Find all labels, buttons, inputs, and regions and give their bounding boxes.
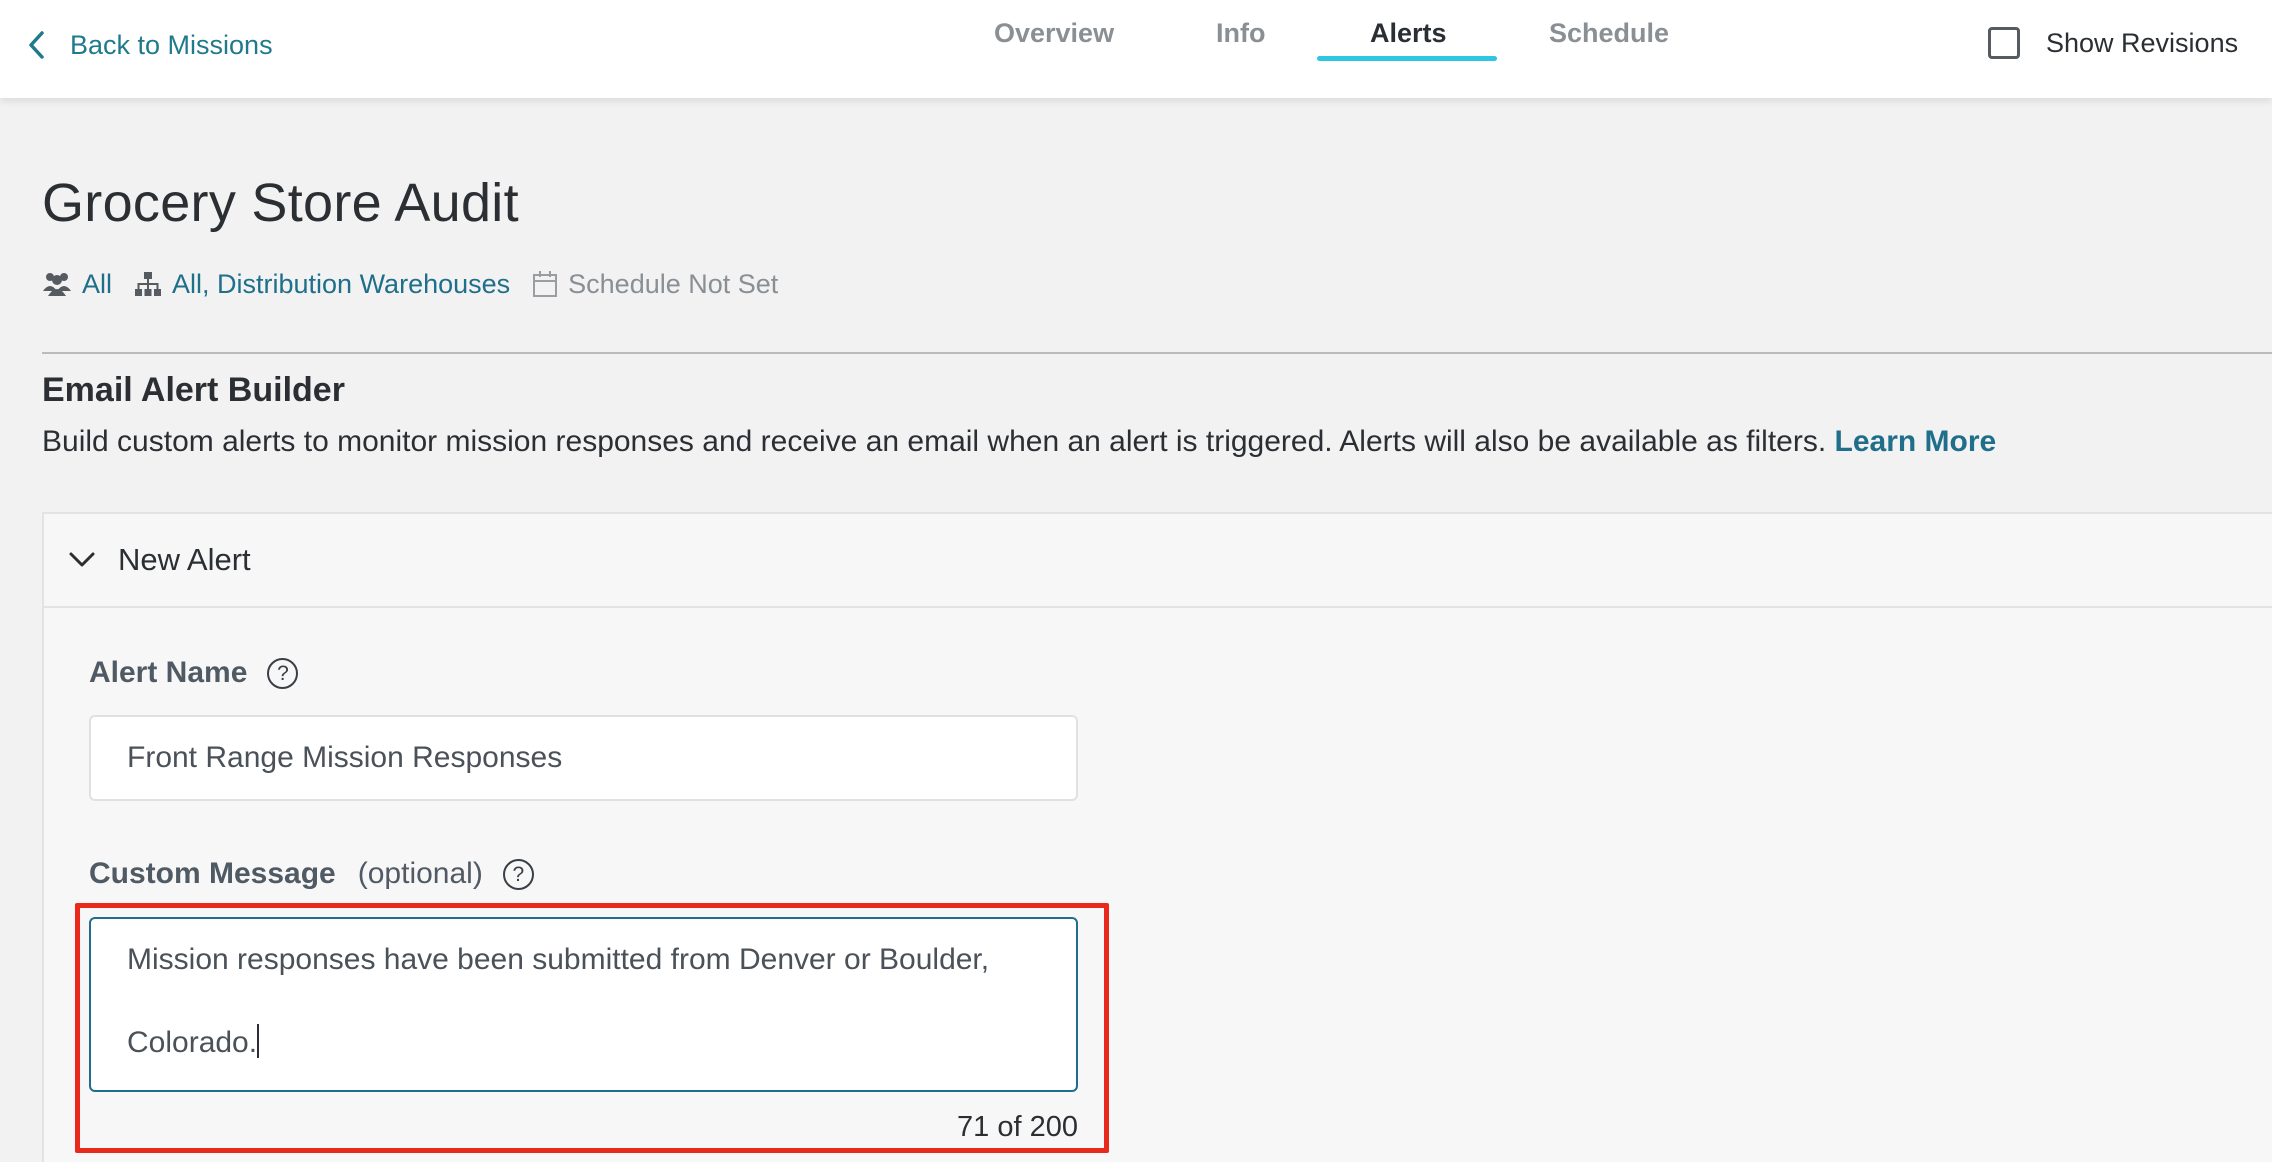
tab-schedule[interactable]: Schedule <box>1549 18 1669 49</box>
section-divider <box>42 352 2272 354</box>
custom-message-label: Custom Message (optional) ? <box>89 857 534 891</box>
calendar-icon <box>533 271 558 297</box>
chevron-down-icon <box>69 552 95 567</box>
tab-alerts[interactable]: Alerts <box>1370 18 1447 49</box>
description-text: Build custom alerts to monitor mission r… <box>42 425 1827 458</box>
top-navigation-bar: Back to Missions Overview Info Alerts Sc… <box>0 0 2272 98</box>
page-title: Grocery Store Audit <box>42 173 519 233</box>
show-revisions-label: Show Revisions <box>2046 27 2239 58</box>
hierarchy-icon <box>135 272 162 296</box>
new-alert-title: New Alert <box>118 542 251 577</box>
audience-link[interactable]: All <box>82 269 112 300</box>
help-icon[interactable]: ? <box>502 858 534 890</box>
new-alert-header[interactable]: New Alert <box>44 514 2272 608</box>
custom-message-line-2-text: Colorado. <box>127 1026 258 1059</box>
custom-message-label-text: Custom Message <box>89 857 336 890</box>
audience-item[interactable]: All <box>42 269 112 300</box>
custom-message-textarea[interactable]: Mission responses have been submitted fr… <box>89 917 1078 1092</box>
learn-more-link[interactable]: Learn More <box>1835 425 1997 458</box>
alert-name-label-text: Alert Name <box>89 656 248 689</box>
locations-item[interactable]: All, Distribution Warehouses <box>134 269 510 300</box>
character-counter: 71 of 200 <box>957 1111 1078 1143</box>
custom-message-line-2: Colorado. <box>127 1022 1040 1105</box>
active-tab-indicator <box>1317 56 1497 61</box>
alert-name-label: Alert Name ? <box>89 656 299 690</box>
tab-overview[interactable]: Overview <box>994 18 1114 49</box>
show-revisions-checkbox[interactable] <box>1988 27 2020 59</box>
show-revisions-toggle[interactable]: Show Revisions <box>1988 27 2238 59</box>
email-alert-builder-title: Email Alert Builder <box>42 371 345 409</box>
schedule-status: Schedule Not Set <box>568 268 779 299</box>
tab-info[interactable]: Info <box>1216 18 1265 49</box>
custom-message-line-1: Mission responses have been submitted fr… <box>127 943 990 976</box>
locations-link[interactable]: All, Distribution Warehouses <box>172 269 510 300</box>
mission-tabs: Overview Info Alerts Schedule <box>0 0 2272 98</box>
help-icon[interactable]: ? <box>267 657 299 689</box>
users-icon <box>43 273 71 296</box>
optional-label: (optional) <box>357 857 483 890</box>
alert-name-value: Front Range Mission Responses <box>127 741 563 774</box>
alert-name-input[interactable]: Front Range Mission Responses <box>89 715 1078 801</box>
mission-meta: All All, Distribution Warehouses Schedul… <box>42 266 800 302</box>
schedule-item: Schedule Not Set <box>532 269 778 300</box>
email-alert-builder-description: Build custom alerts to monitor mission r… <box>42 425 1996 459</box>
text-cursor <box>257 1024 260 1058</box>
